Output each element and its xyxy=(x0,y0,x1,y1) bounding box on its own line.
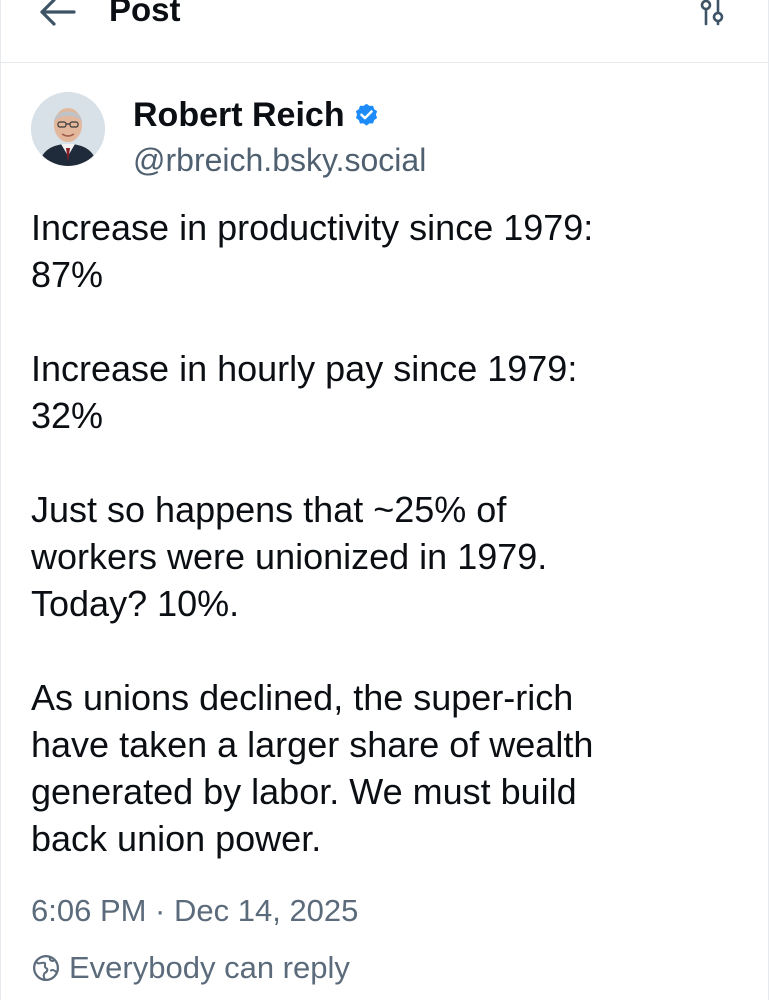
post-line: generated by labor. We must build xyxy=(31,771,577,812)
arrow-left-icon xyxy=(40,0,76,26)
post-line: Just so happens that ~25% of xyxy=(31,489,507,530)
verified-check-icon[interactable] xyxy=(353,102,380,129)
display-name[interactable]: Robert Reich xyxy=(133,92,345,138)
reply-setting-label: Everybody can reply xyxy=(69,950,350,985)
reply-settings[interactable]: Everybody can reply xyxy=(31,946,350,990)
page-title: Post xyxy=(109,0,181,28)
globe-icon xyxy=(33,955,59,981)
header-bar: Post xyxy=(1,0,768,63)
post-line: workers were unionized in 1979. xyxy=(31,536,548,577)
post-line: 32% xyxy=(31,395,104,436)
back-button[interactable] xyxy=(31,0,83,38)
avatar-image xyxy=(31,92,105,166)
display-name-row: Robert Reich xyxy=(133,92,380,138)
thread-settings-button[interactable] xyxy=(692,0,732,32)
post-line: As unions declined, the super-rich xyxy=(31,677,574,718)
post-line: Today? 10%. xyxy=(31,583,240,624)
avatar[interactable] xyxy=(31,92,105,166)
post-line: back union power. xyxy=(31,818,322,859)
post-line: have taken a larger share of wealth xyxy=(31,724,594,765)
post-body: Increase in productivity since 1979: 87%… xyxy=(31,204,741,862)
sliders-icon xyxy=(700,0,724,26)
post-author: Robert Reich @rbreich.bsky.social xyxy=(31,92,731,184)
post-line: Increase in hourly pay since 1979: xyxy=(31,348,578,389)
post-screen: Post Robert Reich @rbreich.bsky.social I… xyxy=(0,0,769,1000)
post-paragraph: Increase in hourly pay since 1979: 32% xyxy=(31,345,741,439)
author-handle[interactable]: @rbreich.bsky.social xyxy=(133,138,426,182)
post-paragraph: Just so happens that ~25% of workers wer… xyxy=(31,486,741,627)
post-line: 87% xyxy=(31,254,104,295)
post-paragraph: As unions declined, the super-rich have … xyxy=(31,674,741,862)
post-line: Increase in productivity since 1979: xyxy=(31,207,594,248)
post-paragraph: Increase in productivity since 1979: 87% xyxy=(31,204,741,298)
post-timestamp[interactable]: 6:06 PM · Dec 14, 2025 xyxy=(31,889,358,933)
